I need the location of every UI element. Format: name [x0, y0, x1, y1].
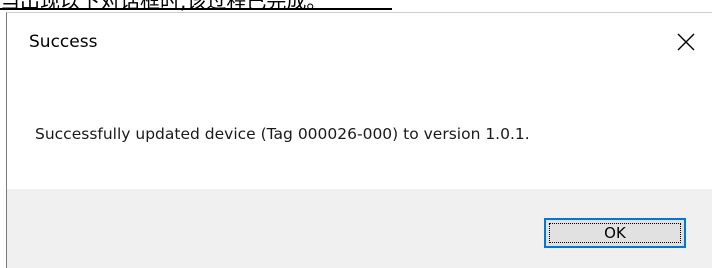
- dialog-title: Success: [29, 32, 98, 52]
- success-dialog: Success Successfully updated device (Tag…: [6, 12, 712, 268]
- dialog-message: Successfully updated device (Tag 000026-…: [35, 125, 530, 143]
- close-button[interactable]: [662, 21, 712, 63]
- close-icon: [677, 33, 695, 51]
- caption-underline: [0, 8, 392, 10]
- ok-button-label: OK: [604, 224, 626, 242]
- dialog-footer: OK: [7, 189, 712, 268]
- ok-button[interactable]: OK: [544, 218, 686, 248]
- document-caption: 当出现以下对话框时,该过程已完成。: [0, 0, 327, 13]
- dialog-title-bar[interactable]: Success: [7, 13, 712, 73]
- page: 当出现以下对话框时,该过程已完成。 Success Successfully u…: [0, 0, 712, 268]
